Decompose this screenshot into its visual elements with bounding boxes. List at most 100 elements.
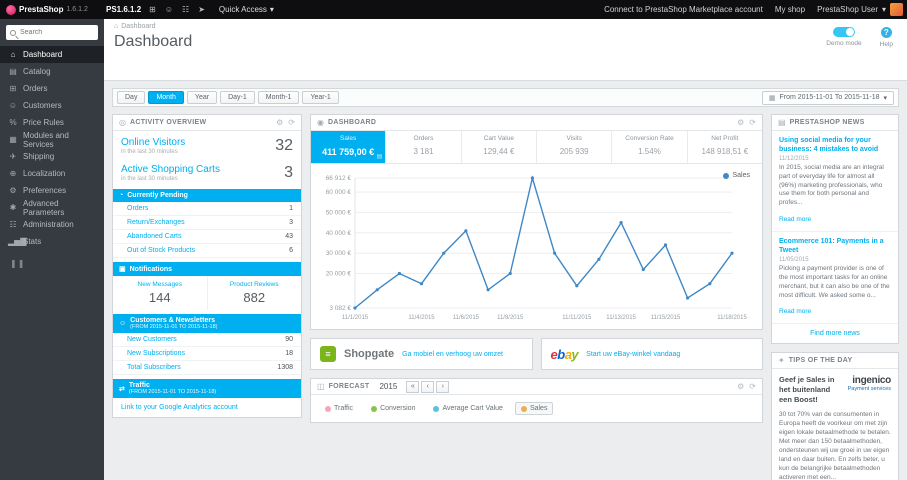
ebay-promo[interactable]: ebay Start uw eBay-winkel vandaag (540, 338, 763, 370)
svg-text:11/11/2015: 11/11/2015 (562, 315, 592, 321)
forecast-legend-average-cart-value[interactable]: Average Cart Value (427, 402, 508, 415)
google-analytics-link[interactable]: Link to your Google Analytics account (113, 398, 301, 417)
header-tools: Demo mode ? Help (826, 27, 893, 48)
gear-icon[interactable]: ⚙ (737, 382, 744, 391)
svg-text:11/1/2015: 11/1/2015 (342, 315, 369, 321)
activity-overview-panel: ◎ ACTIVITY OVERVIEW ⚙ ⟳ Online Visitors … (112, 114, 302, 418)
group-icon[interactable]: ☷ (182, 5, 189, 14)
dashboard-panel-title: DASHBOARD (327, 119, 377, 126)
customers-row-total-subscribers[interactable]: Total Subscribers 1308 (113, 361, 301, 375)
chart-legend-label: Sales (732, 172, 750, 179)
demo-mode-label: Demo mode (826, 40, 862, 47)
date-range-picker[interactable]: ▦ From 2015-11-01 To 2015-11-18 ▾ (761, 90, 894, 105)
forecast-icon: ◫ (317, 382, 325, 391)
tips-heading: Geef je Sales in het buitenland een Boos… (779, 375, 835, 404)
sidebar-item-stats[interactable]: ▂▅▇ Stats (0, 233, 104, 250)
forecast-prev-button[interactable]: ‹ (421, 380, 435, 393)
kpi-detail-icon: ▤ (376, 154, 383, 160)
filter-month-1-button[interactable]: Month-1 (257, 91, 300, 104)
sidebar-item-administration[interactable]: ☷ Administration (0, 216, 104, 233)
sidebar-item-catalog[interactable]: ▤ Catalog (0, 63, 104, 80)
kpi-tab-cart-value[interactable]: Cart Value 129,44 € (462, 131, 537, 163)
forecast-next-button[interactable]: › (436, 380, 450, 393)
sidebar-item-preferences[interactable]: ⚙ Preferences (0, 182, 104, 199)
cart-icon[interactable]: ⊞ (149, 5, 156, 14)
ebay-promo-link[interactable]: Start uw eBay-winkel vandaag (586, 351, 680, 358)
pending-row-returns[interactable]: Return/Exchanges 3 (113, 216, 301, 230)
gear-icon: ⚙ (9, 186, 17, 195)
forecast-legend-sales[interactable]: Sales (514, 402, 554, 415)
sidebar-item-dashboard[interactable]: ⌂ Dashboard (0, 46, 104, 63)
customers-row-new-customers[interactable]: New Customers 90 (113, 333, 301, 347)
sidebar-item-localization[interactable]: ⊕ Localization (0, 165, 104, 182)
sidebar-item-shipping[interactable]: ✈ Shipping (0, 148, 104, 165)
filter-year-1-button[interactable]: Year-1 (302, 91, 339, 104)
my-shop-link[interactable]: My shop (775, 5, 805, 14)
activity-panel-header: ◎ ACTIVITY OVERVIEW ⚙ ⟳ (113, 115, 301, 131)
new-messages-cell[interactable]: New Messages 144 (113, 276, 207, 310)
pending-row-out-of-stock[interactable]: Out of Stock Products 6 (113, 244, 301, 258)
person-icon[interactable]: ☺ (165, 5, 173, 14)
shopgate-promo-link[interactable]: Ga mobiel en verhoog uw omzet (402, 351, 503, 358)
newspaper-icon: ▤ (778, 118, 786, 127)
kpi-tab-visits[interactable]: Visits 205 939 (537, 131, 613, 163)
refresh-icon[interactable]: ⟳ (749, 118, 756, 127)
quick-access-menu[interactable]: Quick Access ▾ (219, 5, 274, 14)
gear-icon[interactable]: ⚙ (276, 118, 283, 127)
online-visitors-value: 32 (275, 137, 293, 154)
sidebar-item-customers[interactable]: ☺ Customers (0, 97, 104, 114)
news-article-title[interactable]: Ecommerce 101: Payments in a Tweet (779, 237, 891, 255)
sidebar-item-modules[interactable]: ▦ Modules and Services (0, 131, 104, 149)
svg-text:11/15/2015: 11/15/2015 (651, 315, 681, 321)
kpi-tab-sales[interactable]: Sales 411 759,00 € ▤ (311, 131, 387, 163)
gear-icon[interactable]: ⚙ (737, 118, 744, 127)
refresh-icon[interactable]: ⟳ (288, 118, 295, 127)
read-more-link[interactable]: Read more (779, 216, 811, 223)
refresh-icon[interactable]: ⟳ (749, 382, 756, 391)
row-value: 6 (289, 247, 293, 254)
marketplace-link[interactable]: Connect to PrestaShop Marketplace accoun… (604, 5, 763, 14)
forecast-legend-conversion[interactable]: Conversion (365, 402, 421, 415)
filter-month-button[interactable]: Month (148, 91, 184, 104)
active-carts-stat[interactable]: Active Shopping Carts in the last 30 min… (113, 158, 301, 185)
forecast-prev-year-button[interactable]: « (406, 380, 420, 393)
online-visitors-stat[interactable]: Online Visitors in the last 30 minutes 3… (113, 131, 301, 158)
chevron-down-icon: ▾ (269, 5, 274, 14)
pending-row-orders[interactable]: Orders 1 (113, 202, 301, 216)
forecast-legend-traffic[interactable]: Traffic (319, 402, 359, 415)
svg-text:11/13/2015: 11/13/2015 (606, 315, 636, 321)
read-more-link[interactable]: Read more (779, 308, 811, 315)
search-input[interactable] (20, 29, 94, 36)
customers-row-new-subscriptions[interactable]: New Subscriptions 18 (113, 347, 301, 361)
shopgate-promo[interactable]: ≡ Shopgate Ga mobiel en verhoog uw omzet (310, 338, 533, 370)
news-article-title[interactable]: Using social media for your business: 4 … (779, 136, 891, 154)
product-reviews-cell[interactable]: Product Reviews 882 (206, 276, 302, 310)
find-more-news-link[interactable]: Find more news (772, 324, 898, 343)
filter-day-1-button[interactable]: Day-1 (220, 91, 255, 104)
pending-row-abandoned-carts[interactable]: Abandoned Carts 43 (113, 230, 301, 244)
breadcrumb[interactable]: ⌂ Dashboard (114, 23, 897, 30)
kpi-tab-net-profit[interactable]: Net Profit 148 918,51 € (688, 131, 762, 163)
filter-year-button[interactable]: Year (186, 91, 218, 104)
prestashop-logo[interactable]: PrestaShop 1.6.1.2 (0, 4, 104, 15)
user-menu[interactable]: PrestaShop User ▾ (817, 3, 903, 16)
sidebar: ⌂ Dashboard ▤ Catalog ⊞ Orders ☺ Customers %… (0, 19, 104, 480)
sidebar-search[interactable] (6, 25, 98, 40)
sidebar-item-orders[interactable]: ⊞ Orders (0, 80, 104, 97)
sidebar-collapse-toggle[interactable]: ❚❚ (0, 250, 104, 277)
topbar: PrestaShop 1.6.1.2 PS1.6.1.2 ⊞ ☺ ☷ ➤ Qui… (0, 0, 907, 19)
chart-legend[interactable]: Sales (723, 172, 750, 179)
filter-day-button[interactable]: Day (117, 91, 146, 104)
sidebar-item-price-rules[interactable]: % Price Rules (0, 114, 104, 131)
rocket-icon[interactable]: ➤ (198, 5, 205, 14)
legend-label: Average Cart Value (442, 405, 503, 412)
demo-mode-toggle[interactable] (832, 27, 855, 37)
kpi-tab-orders[interactable]: Orders 3 181 (386, 131, 462, 163)
kpi-tab-conversion-rate[interactable]: Conversion Rate 1.54% (612, 131, 688, 163)
kpi-value: 411 759,00 € (322, 147, 375, 157)
sidebar-item-advanced-parameters[interactable]: ✱ Advanced Parameters (0, 199, 104, 217)
date-range-label: From 2015-11-01 To 2015-11-18 (779, 94, 880, 101)
legend-dot (433, 405, 440, 412)
kpi-label: Sales (340, 135, 357, 142)
help-button[interactable]: ? (880, 27, 892, 38)
